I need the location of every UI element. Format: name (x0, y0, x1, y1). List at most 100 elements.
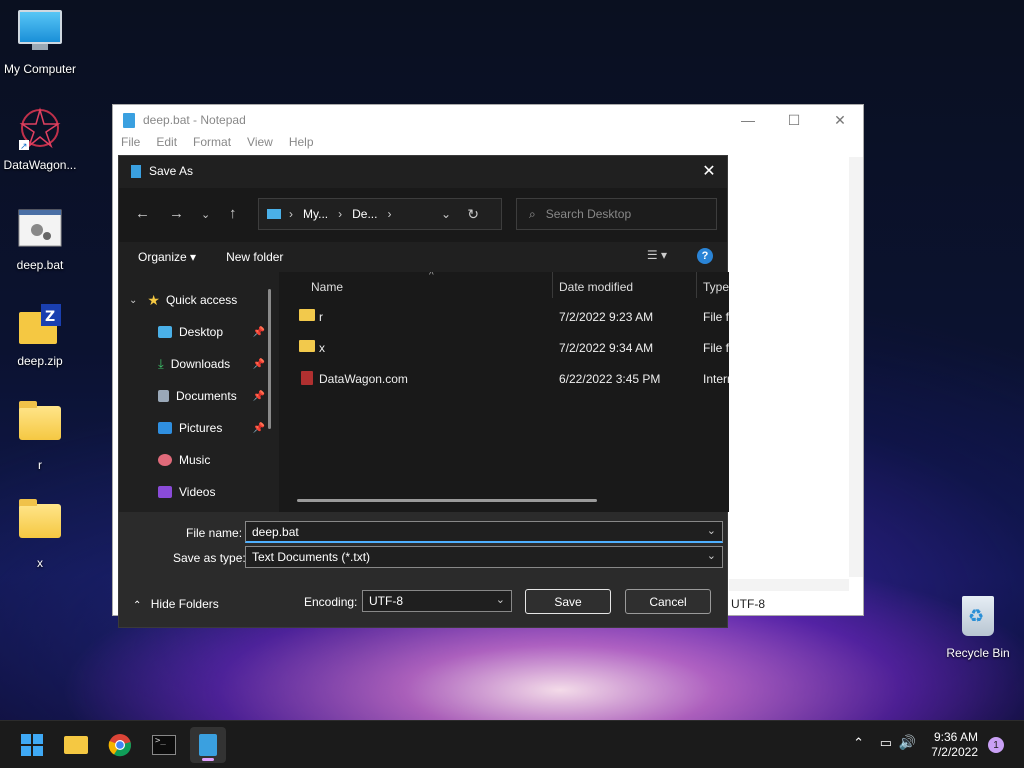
desktop-icon-deep-zip[interactable]: Z deep.zip (0, 302, 80, 368)
pin-icon: 📌 (252, 358, 265, 370)
desktop-icon-datawagon[interactable]: ↗ DataWagon... (0, 106, 80, 172)
save-as-type-select[interactable]: Text Documents (*.txt) ⌄ (245, 546, 723, 568)
menu-format[interactable]: Format (193, 135, 231, 155)
breadcrumb-desktop[interactable]: De... (352, 207, 377, 221)
menu-help[interactable]: Help (289, 135, 314, 155)
column-name[interactable]: Name (311, 280, 343, 294)
maximize-button[interactable]: ☐ (771, 105, 817, 135)
batch-file-icon (17, 206, 63, 252)
notification-badge[interactable]: 1 (988, 737, 1004, 753)
notepad-menubar: File Edit Format View Help (113, 135, 863, 155)
back-arrow-icon[interactable]: ← (135, 205, 150, 222)
search-placeholder: Search Desktop (545, 207, 632, 221)
terminal-button[interactable]: >_ (146, 727, 182, 763)
start-button[interactable] (14, 727, 50, 763)
chrome-button[interactable] (102, 727, 138, 763)
organize-button[interactable]: Organize ▾ (138, 250, 196, 264)
network-icon[interactable]: ▭ (880, 735, 892, 751)
chevron-up-icon[interactable]: ⌃ (853, 735, 864, 751)
file-row[interactable]: r 7/2/2022 9:23 AM File fo (279, 303, 729, 331)
navigation-bar: ← → ⌄ ↑ › My... › De... › ⌄ ↻ ⌕ Search D… (119, 188, 727, 242)
save-button[interactable]: Save (525, 589, 611, 614)
desktop-icon-my-computer[interactable]: My Computer (0, 10, 80, 76)
file-explorer-button[interactable] (58, 727, 94, 763)
recycle-bin-icon (962, 596, 994, 636)
chevron-down-icon[interactable]: ⌄ (129, 295, 137, 306)
hide-folders-button[interactable]: ⌃ Hide Folders (133, 597, 219, 611)
file-row[interactable]: x 7/2/2022 9:34 AM File fo (279, 334, 729, 362)
view-options-icon[interactable]: ☰ ▾ (647, 248, 667, 262)
terminal-icon: >_ (152, 735, 176, 755)
desktop-icon-folder-r[interactable]: r (0, 400, 80, 472)
chevron-up-icon: ⌃ (133, 600, 142, 611)
chevron-right-icon: › (289, 207, 293, 221)
search-icon: ⌕ (529, 206, 536, 221)
tree-item-videos[interactable]: Videos (119, 476, 277, 508)
forward-arrow-icon[interactable]: → (169, 205, 184, 222)
column-type[interactable]: Type (703, 280, 729, 294)
tree-item-quick-access[interactable]: ⌄ ★ Quick access (119, 284, 277, 316)
refresh-icon[interactable]: ↻ (467, 206, 479, 223)
tree-item-downloads[interactable]: ⤓ Downloads 📌 (119, 348, 277, 380)
notepad-taskbar-button[interactable] (190, 727, 226, 763)
desktop-icon-recycle-bin[interactable]: Recycle Bin (938, 596, 1018, 660)
file-name: DataWagon.com (319, 372, 408, 386)
desktop-icon-deep-bat[interactable]: deep.bat (0, 206, 80, 272)
column-date-modified[interactable]: Date modified (559, 280, 633, 294)
breadcrumb-my-computer[interactable]: My... (303, 207, 328, 221)
dialog-titlebar[interactable]: Save As (119, 156, 727, 186)
file-type: File fo (703, 310, 729, 324)
volume-icon[interactable]: 🔊 (899, 734, 916, 751)
chevron-right-icon: › (387, 207, 392, 221)
minimize-button[interactable]: — (725, 105, 771, 135)
tree-item-label: Downloads (170, 357, 231, 371)
notepad-icon (131, 164, 141, 178)
help-icon[interactable]: ? (697, 248, 713, 264)
folder-icon (299, 340, 315, 352)
save-as-dialog[interactable]: Save As ✕ ← → ⌄ ↑ › My... › De... › ⌄ ↻ … (118, 155, 729, 628)
encoding-select[interactable]: UTF-8 ⌄ (362, 590, 512, 612)
desktop-icon-label: x (37, 556, 43, 570)
clock[interactable]: 9:36 AM 7/2/2022 (931, 730, 978, 760)
chevron-down-icon[interactable]: ⌄ (707, 549, 716, 562)
tree-item-desktop[interactable]: Desktop 📌 (119, 316, 277, 348)
chevron-down-icon[interactable]: ⌄ (441, 207, 451, 221)
music-icon (158, 454, 172, 466)
horizontal-scrollbar[interactable] (729, 579, 849, 591)
menu-view[interactable]: View (247, 135, 273, 155)
recent-locations-chevron-icon[interactable]: ⌄ (201, 208, 210, 221)
file-row[interactable]: DataWagon.com 6/22/2022 3:45 PM Intern (279, 365, 729, 393)
up-arrow-icon[interactable]: ↑ (229, 205, 237, 222)
tree-item-documents[interactable]: Documents 📌 (119, 380, 277, 412)
tree-item-pictures[interactable]: Pictures 📌 (119, 412, 277, 444)
cancel-button[interactable]: Cancel (625, 589, 711, 614)
file-list-header: ^ Name Date modified Type (279, 272, 729, 300)
vertical-scrollbar[interactable] (849, 157, 863, 577)
menu-file[interactable]: File (121, 135, 140, 155)
close-icon[interactable]: ✕ (697, 160, 721, 182)
address-bar[interactable]: › My... › De... › ⌄ ↻ (258, 198, 502, 230)
chevron-down-icon[interactable]: ⌄ (496, 593, 505, 606)
tree-item-music[interactable]: Music (119, 444, 277, 476)
status-encoding: UTF-8 (731, 597, 765, 611)
menu-edit[interactable]: Edit (156, 135, 177, 155)
chevron-right-icon: › (338, 207, 343, 221)
tree-scrollbar[interactable] (268, 289, 271, 429)
encoding-label: Encoding: (304, 595, 358, 609)
file-list-scrollbar[interactable] (297, 499, 597, 502)
zip-folder-icon: Z (17, 302, 63, 348)
pictures-icon (158, 422, 172, 434)
search-input[interactable]: ⌕ Search Desktop (516, 198, 717, 230)
folder-icon (17, 499, 63, 550)
file-name-field[interactable]: deep.bat ⌄ (245, 521, 723, 543)
file-name-label: File name: (186, 526, 243, 540)
new-folder-button[interactable]: New folder (226, 250, 283, 264)
desktop-icon-folder-x[interactable]: x (0, 498, 80, 570)
file-name: x (319, 341, 325, 355)
svg-text:↗: ↗ (20, 142, 28, 152)
file-date: 7/2/2022 9:34 AM (559, 341, 654, 355)
document-icon (158, 390, 169, 402)
chevron-down-icon[interactable]: ⌄ (707, 524, 716, 537)
close-button[interactable]: ✕ (817, 105, 863, 135)
recycle-bin-label: Recycle Bin (946, 646, 1010, 660)
